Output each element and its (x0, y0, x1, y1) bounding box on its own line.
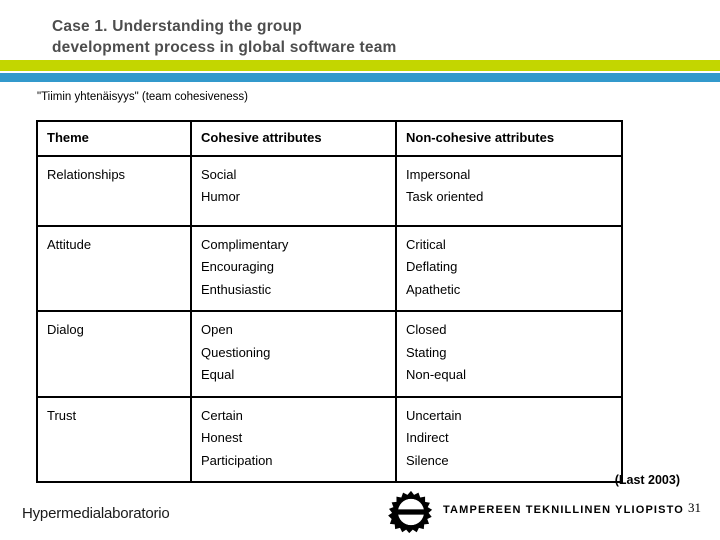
attribute-item: Open (201, 322, 233, 337)
page-title: Case 1. Understanding the group developm… (52, 18, 397, 56)
attribute-item: Apathetic (406, 281, 461, 297)
subtitle: "Tiimin yhtenäisyys" (team cohesiveness) (37, 91, 248, 103)
attribute-item: Silence (406, 452, 449, 468)
attribute-item: Stating (406, 344, 447, 360)
cell-cohesive-attributes: Social Humor (190, 154, 397, 227)
attribute-item: Deflating (406, 259, 458, 274)
attribute-item: Encouraging (201, 259, 274, 274)
attribute-item: Equal (201, 367, 235, 382)
attribute-item: Certain (201, 407, 243, 423)
tut-gear-logo-icon (388, 490, 434, 534)
table-header-row: Theme Cohesive attributes Non-cohesive a… (36, 120, 623, 157)
attribute-item: Non-equal (406, 367, 466, 382)
cell-theme: Relationships (36, 154, 192, 227)
attribute-item: Social (201, 166, 237, 182)
cell-theme: Attitude (36, 224, 192, 312)
column-header-non-cohesive: Non-cohesive attributes (395, 120, 623, 157)
attribute-item: Impersonal (406, 166, 471, 182)
attribute-item: Closed (406, 322, 447, 337)
attribute-item: Indirect (406, 430, 449, 445)
attribute-item: Humor (201, 189, 241, 204)
cell-cohesive-attributes: Open Questioning Equal (190, 310, 397, 398)
lab-name: Hypermedialaboratorio (22, 505, 170, 522)
table-row: Dialog Open Questioning Equal Closed Sta… (36, 310, 623, 398)
cell-cohesive-attributes: Complimentary Encouraging Enthusiastic (190, 224, 397, 312)
table-row: Attitude Complimentary Encouraging Enthu… (36, 224, 623, 312)
university-name: TAMPEREEN TEKNILLINEN YLIOPISTO (443, 504, 685, 516)
column-header-cohesive: Cohesive attributes (190, 120, 397, 157)
table-row: Trust Certain Honest Participation Uncer… (36, 395, 623, 483)
attribute-item: Critical (406, 236, 446, 252)
column-header-theme: Theme (36, 120, 192, 157)
cell-non-cohesive-attributes: Impersonal Task oriented (395, 154, 623, 227)
cell-theme: Trust (36, 395, 192, 483)
cell-non-cohesive-attributes: Critical Deflating Apathetic (395, 224, 623, 312)
attribute-item: Complimentary (201, 236, 289, 252)
attribute-item: Questioning (201, 344, 271, 360)
attribute-item: Honest (201, 430, 243, 445)
cell-non-cohesive-attributes: Uncertain Indirect Silence (395, 395, 623, 483)
cell-non-cohesive-attributes: Closed Stating Non-equal (395, 310, 623, 398)
attribute-item: Participation (201, 452, 273, 468)
cell-cohesive-attributes: Certain Honest Participation (190, 395, 397, 483)
accent-bar-blue (0, 73, 720, 82)
source-citation: (Last 2003) (614, 473, 680, 487)
attribute-item: Enthusiastic (201, 281, 272, 297)
accent-bar-green (0, 60, 720, 71)
cohesiveness-table: Theme Cohesive attributes Non-cohesive a… (36, 120, 623, 483)
attribute-item: Uncertain (406, 407, 462, 423)
attribute-item: Task oriented (406, 189, 484, 204)
table-row: Relationships Social Humor Impersonal Ta… (36, 154, 623, 227)
cell-theme: Dialog (36, 310, 192, 398)
slide-number: 31 (688, 500, 701, 515)
